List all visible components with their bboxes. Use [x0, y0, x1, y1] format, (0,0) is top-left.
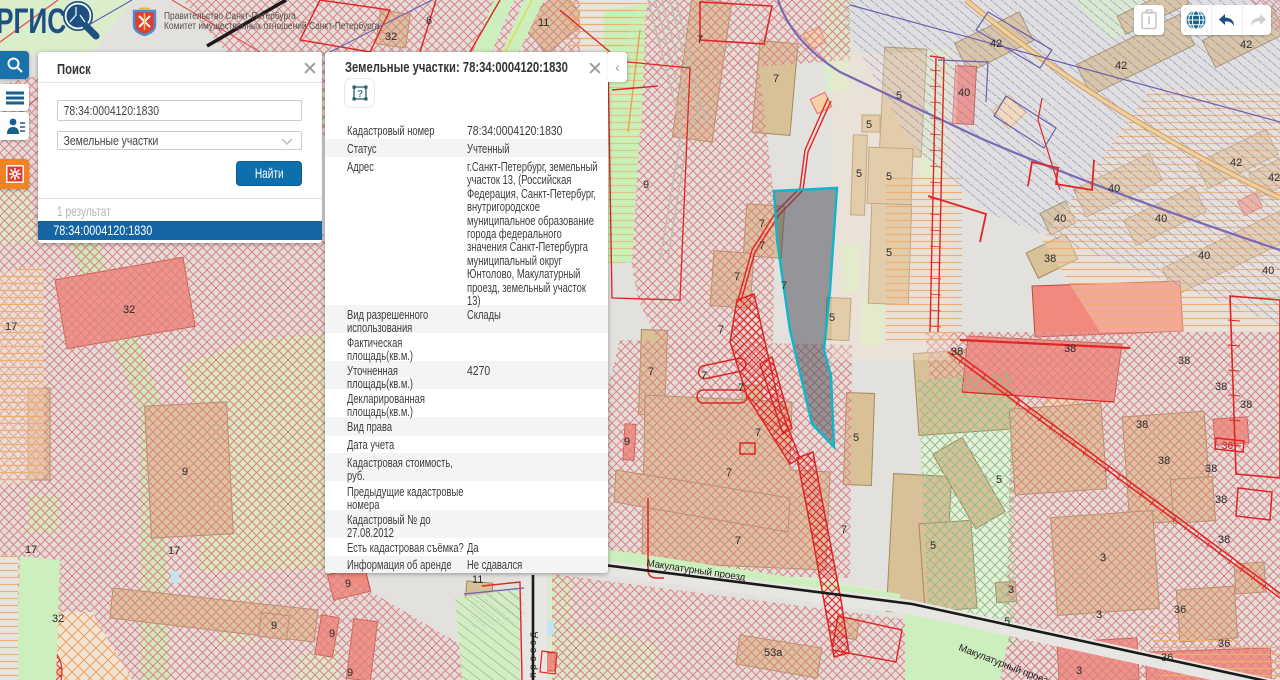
svg-text:5: 5: [853, 432, 859, 444]
svg-text:42: 42: [990, 38, 1002, 50]
svg-text:38: 38: [1215, 381, 1227, 393]
svg-text:11: 11: [538, 17, 549, 29]
svg-text:40: 40: [1198, 250, 1210, 262]
svg-text:5: 5: [996, 474, 1002, 486]
svg-text:9: 9: [643, 179, 649, 191]
svg-text:6: 6: [426, 15, 432, 27]
svg-text:38: 38: [1178, 355, 1190, 367]
svg-text:3: 3: [1076, 665, 1082, 677]
svg-text:7: 7: [759, 218, 765, 230]
svg-text:42: 42: [1115, 60, 1127, 72]
svg-text:40: 40: [958, 87, 970, 99]
svg-text:7: 7: [773, 73, 779, 85]
svg-text:7: 7: [841, 524, 847, 536]
svg-text:7: 7: [755, 427, 761, 439]
svg-text:32: 32: [385, 31, 397, 43]
svg-text:7: 7: [781, 280, 787, 292]
svg-text:3: 3: [1096, 609, 1102, 621]
svg-text:9: 9: [271, 620, 277, 632]
svg-text:38: 38: [1218, 534, 1230, 546]
svg-text:7: 7: [738, 382, 744, 394]
svg-text:9: 9: [345, 578, 351, 590]
svg-text:11: 11: [472, 574, 483, 586]
svg-text:3: 3: [1008, 584, 1014, 596]
svg-text:17: 17: [5, 321, 17, 333]
svg-text:38: 38: [1158, 455, 1170, 467]
svg-text:17: 17: [25, 544, 37, 556]
svg-text:5: 5: [866, 119, 872, 131]
svg-text:32: 32: [52, 613, 64, 625]
svg-text:7: 7: [735, 535, 741, 547]
svg-text:9: 9: [329, 628, 335, 640]
svg-text:36: 36: [1222, 441, 1234, 452]
svg-text:5: 5: [930, 540, 936, 552]
svg-text:36: 36: [1161, 652, 1173, 664]
svg-text:5: 5: [829, 312, 835, 324]
svg-text:5: 5: [886, 247, 892, 259]
svg-text:9: 9: [347, 667, 353, 679]
svg-text:7: 7: [726, 467, 732, 479]
svg-text:38: 38: [1044, 253, 1056, 265]
svg-text:32: 32: [123, 304, 135, 316]
svg-text:38: 38: [1240, 399, 1252, 411]
svg-text:5: 5: [856, 168, 862, 180]
svg-text:7: 7: [701, 370, 707, 382]
svg-text:36: 36: [1218, 638, 1230, 650]
svg-text:38: 38: [1064, 343, 1076, 355]
svg-text:9: 9: [182, 466, 188, 478]
svg-text:7: 7: [648, 366, 654, 378]
svg-text:5: 5: [896, 90, 902, 102]
svg-text:7: 7: [759, 240, 765, 252]
svg-text:17: 17: [168, 545, 180, 557]
svg-text:42: 42: [1240, 39, 1252, 51]
svg-text:38: 38: [1205, 463, 1217, 475]
svg-text:7: 7: [734, 271, 740, 283]
svg-text:40: 40: [1262, 265, 1274, 277]
svg-text:3: 3: [1100, 552, 1106, 564]
svg-text:РГИС: РГИС: [0, 1, 66, 41]
svg-text:7: 7: [718, 324, 724, 336]
svg-text:53а: 53а: [764, 647, 783, 659]
svg-text:40: 40: [1108, 183, 1120, 195]
svg-text:40: 40: [1155, 213, 1167, 225]
svg-text:38: 38: [1136, 419, 1148, 431]
svg-text:9: 9: [624, 436, 630, 448]
svg-text:40: 40: [1054, 213, 1066, 225]
svg-text:5: 5: [1004, 616, 1010, 628]
svg-text:38: 38: [1215, 494, 1227, 506]
svg-text:5: 5: [886, 171, 892, 183]
svg-text:?: ?: [356, 89, 362, 100]
svg-text:36: 36: [1174, 604, 1186, 616]
svg-text:38: 38: [951, 346, 963, 358]
svg-text:7: 7: [697, 34, 703, 46]
svg-text:42: 42: [1268, 172, 1280, 184]
svg-text:42: 42: [1230, 157, 1242, 169]
